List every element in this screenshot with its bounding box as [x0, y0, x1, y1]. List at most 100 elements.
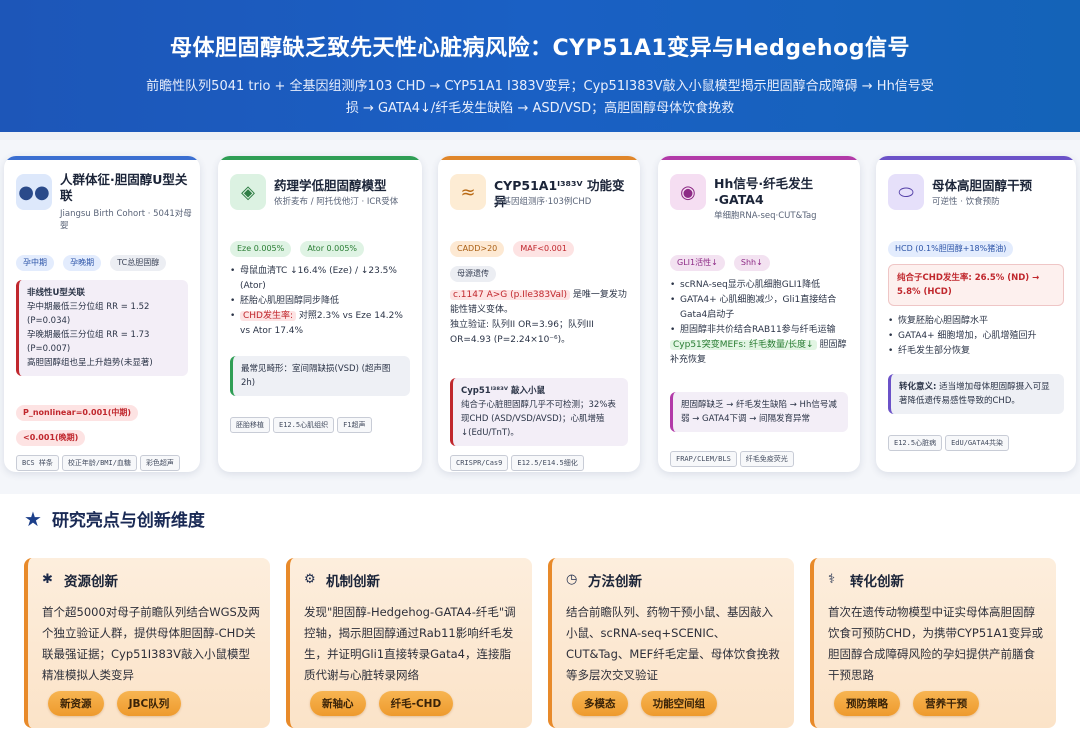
highlight-tag-button[interactable]: 纤毛-CHD [378, 691, 454, 716]
tag: BCS 样条 [16, 455, 59, 471]
bullet: 母鼠血清TC ↓16.4% (Eze) / ↓23.5% (Ator) [230, 264, 412, 294]
note-line: 孕中期最低三分位组 RR = 1.52 (P=0.034) [27, 302, 150, 326]
highlight-body: 首次在遗传动物模型中证实母体高胆固醇饮食可预防CHD，为携带CYP51A1变异或… [828, 605, 1044, 682]
pill-row: HCD (0.1%胆固醇+18%猪油) [888, 236, 1068, 257]
bullet: 恢复胚胎心胆固醇水平 [888, 314, 1066, 329]
tag: 胚胎移植 [230, 417, 270, 433]
rate-box: 纯合子CHD发生率: 26.5% (ND) → 5.8% (HCD) [888, 264, 1064, 306]
note-text: 纯合子心脏胆固醇几乎不可检测；32%表现CHD (ASD/VSD/AVSD)；心… [461, 400, 616, 438]
tag: E12.5心肌组织 [273, 417, 335, 433]
pill: TC总胆固醇 [110, 255, 167, 271]
card-population: ●● 人群体征·胆固醇U型关联 Jiangsu Birth Cohort · 5… [4, 156, 200, 472]
highlight-card-mechanism: ⚙ 机制创新 发现"胆固醇-Hedgehog-GATA4-纤毛"调控轴，揭示胆固… [286, 558, 532, 728]
bullet: 胆固醇非共价结合RAB11参与纤毛运输 [670, 323, 850, 338]
highlight-tag-button[interactable]: 预防策略 [834, 691, 900, 716]
highlight-tag-button[interactable]: 多模态 [572, 691, 628, 716]
stat-pill: <0.001(晚期) [16, 430, 86, 446]
pill: 孕中期 [16, 255, 54, 271]
stat-pill: P_nonlinear=0.001(中期) [16, 405, 139, 421]
card-accent-bar [876, 156, 1076, 160]
tag: FRAP/CLEM/BLS [670, 451, 737, 467]
highlight-card-method: ◷ 方法创新 结合前瞻队列、药物干预小鼠、基因敲入小鼠、scRNA-seq+SC… [548, 558, 794, 728]
note-title: 非线性U型关联 [27, 288, 85, 298]
bullet: GATA4+ 心肌细胞减少，Gli1直接结合Gata4启动子 [670, 293, 850, 323]
stat-pill-row: P_nonlinear=0.001(中期) <0.001(晚期) [16, 400, 192, 446]
card-title: 人群体征·胆固醇U型关联 [60, 172, 188, 203]
pill-row: 孕中期 孕晚期 TC总胆固醇 [16, 250, 192, 271]
pill: HCD (0.1%胆固醇+18%猪油) [888, 241, 1014, 257]
page-header: 母体胆固醇缺乏致先天性心脏病风险：CYP51A1变异与Hedgehog信号 前瞻… [0, 0, 1080, 132]
card-title: Hh信号·纤毛发生·GATA4 [714, 176, 814, 207]
pill: 孕晚期 [63, 255, 102, 271]
egg-icon: ⬭ [888, 174, 924, 210]
highlight-title: 资源创新 [64, 574, 118, 590]
tag: 纤毛免疫荧光 [739, 451, 794, 467]
note-box: 最常见畸形：室间隔缺损(VSD) (超声图2h) [230, 356, 410, 396]
highlight-buttons: 预防策略 营养干预 [834, 691, 987, 716]
signal-icon: ◉ [670, 174, 706, 210]
pill-row: Eze 0.005% Ator 0.005% [230, 236, 414, 257]
section-title: ★ 研究亮点与创新维度 [24, 506, 205, 532]
highlight-tag-button[interactable]: 新资源 [48, 691, 104, 716]
card-title: 药理学低胆固醇模型 [274, 178, 387, 193]
card-subtitle: 可逆性 · 饮食预防 [932, 197, 1000, 207]
tag-row: FRAP/CLEM/BLS 纤毛免疫荧光 [670, 446, 852, 467]
highlight-tag-button[interactable]: 功能空间组 [640, 691, 718, 716]
highlight-tag-button[interactable]: JBC队列 [116, 691, 182, 716]
stethoscope-icon: ⚕ [828, 572, 836, 587]
card-intervention: ⬭ 母体高胆固醇干预 可逆性 · 饮食预防 HCD (0.1%胆固醇+18%猪油… [876, 156, 1076, 472]
highlight-card-translation: ⚕ 转化创新 首次在遗传动物模型中证实母体高胆固醇饮食可预防CHD，为携带CYP… [810, 558, 1056, 728]
tag: EdU/GATA4共染 [945, 435, 1010, 451]
card-accent-bar [4, 156, 200, 160]
card-title: 母体高胆固醇干预 [932, 178, 1033, 193]
tag-row: CRISPR/Cas9 E12.5/E14.5细化 [450, 450, 632, 471]
highlight-title: 转化创新 [850, 574, 904, 590]
tag: F1超声 [337, 417, 372, 433]
note-title: Cyp51ᴵ³⁸³ⱽ 敲入小鼠 [461, 386, 545, 396]
page-title: 母体胆固醇缺乏致先天性心脏病风险：CYP51A1变异与Hedgehog信号 [170, 36, 910, 61]
pill: CADD>20 [450, 241, 505, 257]
chd-label: CHD发生率: [240, 311, 297, 321]
card-subtitle: 全基因组测序·103例CHD [494, 197, 592, 207]
card-subtitle: 依折麦布 / 阿托伐他汀 · ICR受体 [274, 197, 399, 207]
note-box: Cyp51ᴵ³⁸³ⱽ 敲入小鼠 纯合子心脏胆固醇几乎不可检测；32%表现CHD … [450, 378, 628, 446]
highlight-title: 方法创新 [588, 574, 642, 590]
bullet: 纤毛发生部分恢复 [888, 344, 1066, 359]
bullet: scRNA-seq显示心肌细胞GLI1降低 [670, 278, 850, 293]
tag: CRISPR/Cas9 [450, 455, 509, 471]
card-subtitle: 单细胞RNA-seq·CUT&Tag [714, 211, 817, 221]
bullet: 胚胎心肌胆固醇同步降低 [230, 294, 412, 309]
card-accent-bar [218, 156, 422, 160]
card-body: scRNA-seq显示心肌细胞GLI1降低 GATA4+ 心肌细胞减少，Gli1… [670, 278, 850, 368]
variant-line: c.1147 A>G (p.Ile383Val) 是唯一复发功能性错义变体。 [450, 288, 630, 318]
highlight-tag-button[interactable]: 营养干预 [913, 691, 980, 716]
note-box: 非线性U型关联 孕中期最低三分位组 RR = 1.52 (P=0.034) 孕晚… [16, 280, 188, 376]
people-icon: ●● [16, 174, 52, 210]
mouse-icon: ◈ [230, 174, 266, 210]
dna-icon: ≈ [450, 174, 486, 210]
star-icon: ★ [24, 506, 42, 531]
highlights-section: ★ 研究亮点与创新维度 ✱ 资源创新 首个超5000对母子前瞻队列结合WGS及两… [0, 494, 1080, 738]
card-variant: ≈ CYP51A1ᴵ³⁸³ⱽ 功能变异 全基因组测序·103例CHD CADD>… [438, 156, 640, 472]
card-hh-signal: ◉ Hh信号·纤毛发生·GATA4 单细胞RNA-seq·CUT&Tag GLI… [658, 156, 860, 472]
pill: Eze 0.005% [230, 241, 292, 257]
pill-row: CADD>20 MAF<0.001 母源遗传 [450, 236, 632, 282]
card-accent-bar [438, 156, 640, 160]
highlight-body: 结合前瞻队列、药物干预小鼠、基因敲入小鼠、scRNA-seq+SCENIC、CU… [566, 605, 780, 682]
page-subtitle: 前瞻性队列5041 trio + 全基因组测序103 CHD → CYP51A1… [146, 79, 934, 116]
highlight-title: 机制创新 [326, 574, 380, 590]
bullet: GATA4+ 细胞增加，心肌增殖回升 [888, 329, 1066, 344]
highlight-body: 首个超5000对母子前瞻队列结合WGS及两个独立验证人群，提供母体胆固醇-CHD… [42, 605, 260, 682]
variant-label: c.1147 A>G (p.Ile383Val) [450, 290, 571, 300]
pill: MAF<0.001 [513, 241, 574, 257]
bullet: CHD发生率: 对照2.3% vs Eze 14.2% vs Ator 17.4… [230, 309, 412, 339]
cards-strip: ●● 人群体征·胆固醇U型关联 Jiangsu Birth Cohort · 5… [0, 140, 1080, 494]
card-body: 母鼠血清TC ↓16.4% (Eze) / ↓23.5% (Ator) 胚胎心肌… [230, 264, 412, 339]
highlight-buttons: 新资源 JBC队列 [48, 691, 189, 716]
card-subtitle: Jiangsu Birth Cohort · 5041对母婴 [60, 209, 192, 231]
highlight-tag-button[interactable]: 新轴心 [310, 691, 366, 716]
card-body: c.1147 A>G (p.Ile383Val) 是唯一复发功能性错义变体。 独… [450, 288, 630, 348]
highlight-card-resource: ✱ 资源创新 首个超5000对母子前瞻队列结合WGS及两个独立验证人群，提供母体… [24, 558, 270, 728]
mef-line: Cyp51突变MEFs: 纤毛数量/长度↓ 胆固醇补充恢复 [670, 338, 850, 368]
highlight-body: 发现"胆固醇-Hedgehog-GATA4-纤毛"调控轴，揭示胆固醇通过Rab1… [304, 605, 516, 682]
